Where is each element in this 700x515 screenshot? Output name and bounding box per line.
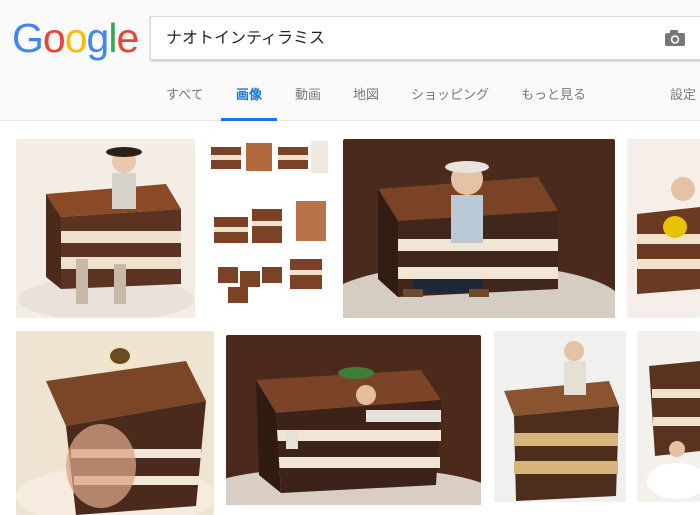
tiramisu-photo [494, 331, 626, 502]
tab-more[interactable]: もっと見る [521, 84, 586, 118]
tab-settings[interactable]: 設定 [670, 84, 696, 118]
search-tabs: すべて 画像 動画 地図 ショッピング もっと見る 設定 [0, 84, 700, 121]
tab-images[interactable]: 画像 [221, 84, 277, 121]
google-logo[interactable]: Google [12, 15, 139, 61]
tab-all[interactable]: すべて [166, 84, 204, 118]
header: Google ナオトインティラミス すべて 画像 動画 地図 ショッピング もっ… [0, 0, 700, 121]
search-input[interactable]: ナオトインティラミス [166, 17, 325, 59]
tiramisu-photo [16, 331, 214, 515]
logo-letter: o [64, 15, 88, 61]
tiramisu-photo [16, 139, 195, 318]
logo-letter: g [86, 15, 110, 61]
tiramisu-photo [343, 139, 615, 318]
image-result[interactable] [206, 139, 328, 318]
image-result[interactable] [343, 139, 615, 318]
logo-letter: l [108, 15, 117, 61]
tab-maps[interactable]: 地図 [353, 84, 379, 118]
tab-videos[interactable]: 動画 [295, 84, 321, 118]
camera-icon[interactable] [664, 29, 686, 47]
logo-letter: G [12, 15, 44, 61]
logo-letter: o [42, 15, 66, 61]
image-result[interactable] [226, 335, 481, 505]
tiramisu-photo [627, 139, 700, 318]
image-result[interactable] [637, 331, 700, 502]
image-result[interactable] [16, 331, 214, 515]
tiramisu-photo [226, 335, 481, 505]
image-result[interactable] [627, 139, 700, 318]
image-result[interactable] [494, 331, 626, 502]
image-result[interactable] [16, 139, 195, 318]
tiramisu-photo [637, 331, 700, 502]
search-box[interactable]: ナオトインティラミス [150, 16, 700, 60]
tab-shopping[interactable]: ショッピング [411, 84, 489, 118]
tiramisu-collage [206, 139, 328, 318]
logo-letter: e [116, 15, 139, 61]
